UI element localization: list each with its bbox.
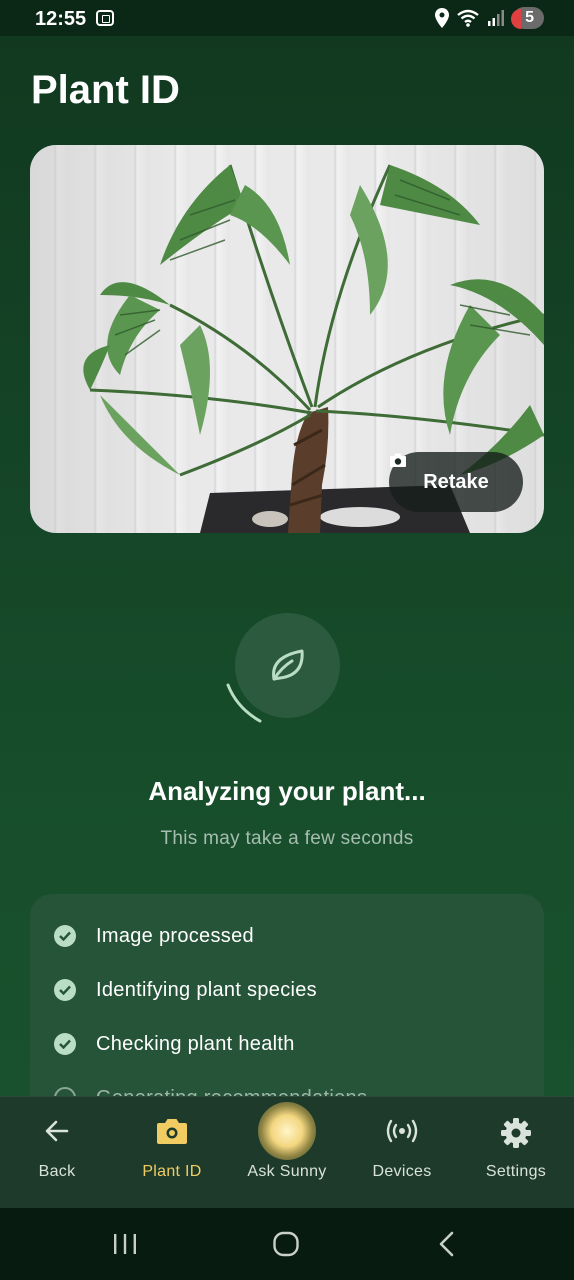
step-item: Image processed [54, 921, 254, 951]
screenshot-icon [96, 10, 114, 26]
check-icon [54, 1033, 76, 1055]
broadcast-icon [386, 1119, 418, 1143]
home-icon[interactable] [272, 1228, 300, 1260]
nav-settings-label: Settings [485, 1163, 547, 1180]
retake-button[interactable]: Retake [389, 452, 523, 512]
status-bar: 12:55 5 [0, 0, 574, 36]
nav-ask-sunny-label: Ask Sunny [247, 1163, 327, 1180]
camera-icon [390, 453, 406, 467]
signal-icon [488, 10, 505, 26]
camera-icon [157, 1119, 187, 1144]
analyzing-title: Analyzing your plant... [148, 776, 426, 806]
system-nav-bar [0, 1208, 574, 1280]
step-item: Identifying plant species [54, 975, 317, 1005]
gear-icon [501, 1118, 531, 1148]
nav-devices[interactable]: Devices [345, 1097, 459, 1209]
step-label: Checking plant health [96, 1032, 295, 1055]
leaf-icon [272, 649, 304, 681]
location-icon [435, 8, 450, 28]
nav-plant-id[interactable]: Plant ID [115, 1097, 229, 1209]
recent-apps-icon[interactable] [112, 1228, 138, 1260]
sunny-orb-icon[interactable] [258, 1102, 316, 1160]
check-icon [54, 979, 76, 1001]
nav-back[interactable]: Back [0, 1097, 114, 1209]
nav-back-label: Back [38, 1163, 76, 1180]
notification-badge: 5 [511, 7, 544, 29]
check-icon [54, 925, 76, 947]
arrow-left-icon [45, 1120, 69, 1142]
nav-devices-label: Devices [372, 1163, 432, 1180]
step-label: Identifying plant species [96, 978, 317, 1001]
step-item: Checking plant health [54, 1029, 295, 1059]
leaf-badge [235, 613, 340, 718]
retake-label: Retake [423, 470, 489, 493]
plant-photo: Retake [30, 145, 544, 533]
back-icon[interactable] [436, 1228, 458, 1260]
status-icons: 5 [435, 6, 544, 30]
nav-plant-id-label: Plant ID [142, 1163, 202, 1180]
wifi-icon [457, 9, 479, 27]
status-time: 12:55 [35, 8, 87, 30]
page-title: Plant ID [31, 68, 180, 112]
step-label: Image processed [96, 924, 254, 947]
nav-settings[interactable]: Settings [459, 1097, 573, 1209]
analyzing-subtitle: This may take a few seconds [160, 828, 414, 849]
